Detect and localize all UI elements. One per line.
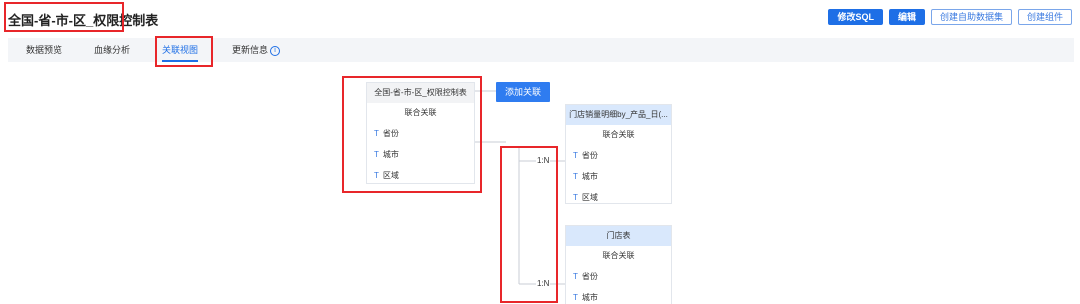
text-field-icon: T	[573, 293, 578, 302]
field-name: 城市	[581, 172, 598, 181]
main-table-join-label: 联合关联	[404, 108, 437, 117]
add-relation-button[interactable]: 添加关联	[496, 82, 550, 102]
field-name: 省份	[382, 129, 399, 138]
text-field-icon: T	[573, 272, 578, 281]
related-field-row: T 省份	[566, 266, 671, 287]
field-name: 区域	[581, 193, 598, 202]
main-field-row: T 区域	[367, 165, 474, 186]
relation-label-1[interactable]: 1:N	[536, 156, 551, 166]
field-name: 省份	[581, 272, 598, 281]
related-table-join-label-1: 联合关联	[602, 130, 635, 139]
text-field-icon: T	[573, 151, 578, 160]
main-field-row: T 省份	[367, 123, 474, 144]
related-field-row: T 城市	[566, 166, 671, 187]
text-field-icon: T	[374, 171, 379, 180]
main-table-node[interactable]: 全国-省-市-区_权限控制表 联合关联 T 省份 T 城市 T 区域	[366, 82, 475, 184]
related-table-node-2[interactable]: 门店表 联合关联 T 省份 T 城市	[565, 225, 672, 304]
field-name: 城市	[581, 293, 598, 302]
related-field-row: T 城市	[566, 287, 671, 304]
main-table-title: 全国-省-市-区_权限控制表	[367, 83, 474, 103]
field-name: 区域	[382, 171, 399, 180]
relation-label-2[interactable]: 1:N	[536, 279, 551, 289]
field-name: 城市	[382, 150, 399, 159]
text-field-icon: T	[573, 172, 578, 181]
relation-connectors	[475, 90, 565, 285]
related-field-row: T 区域	[566, 187, 671, 208]
text-field-icon: T	[573, 193, 578, 202]
related-field-row: T 省份	[566, 145, 671, 166]
related-table-node-1[interactable]: 门店销量明细by_产品_日(... 联合关联 T 省份 T 城市 T 区域	[565, 104, 672, 204]
main-field-row: T 城市	[367, 144, 474, 165]
field-name: 省份	[581, 151, 598, 160]
text-field-icon: T	[374, 129, 379, 138]
text-field-icon: T	[374, 150, 379, 159]
related-table-join-label-2: 联合关联	[602, 251, 635, 260]
related-table-title-1: 门店销量明细by_产品_日(...	[566, 105, 671, 125]
related-table-title-2: 门店表	[566, 226, 671, 246]
